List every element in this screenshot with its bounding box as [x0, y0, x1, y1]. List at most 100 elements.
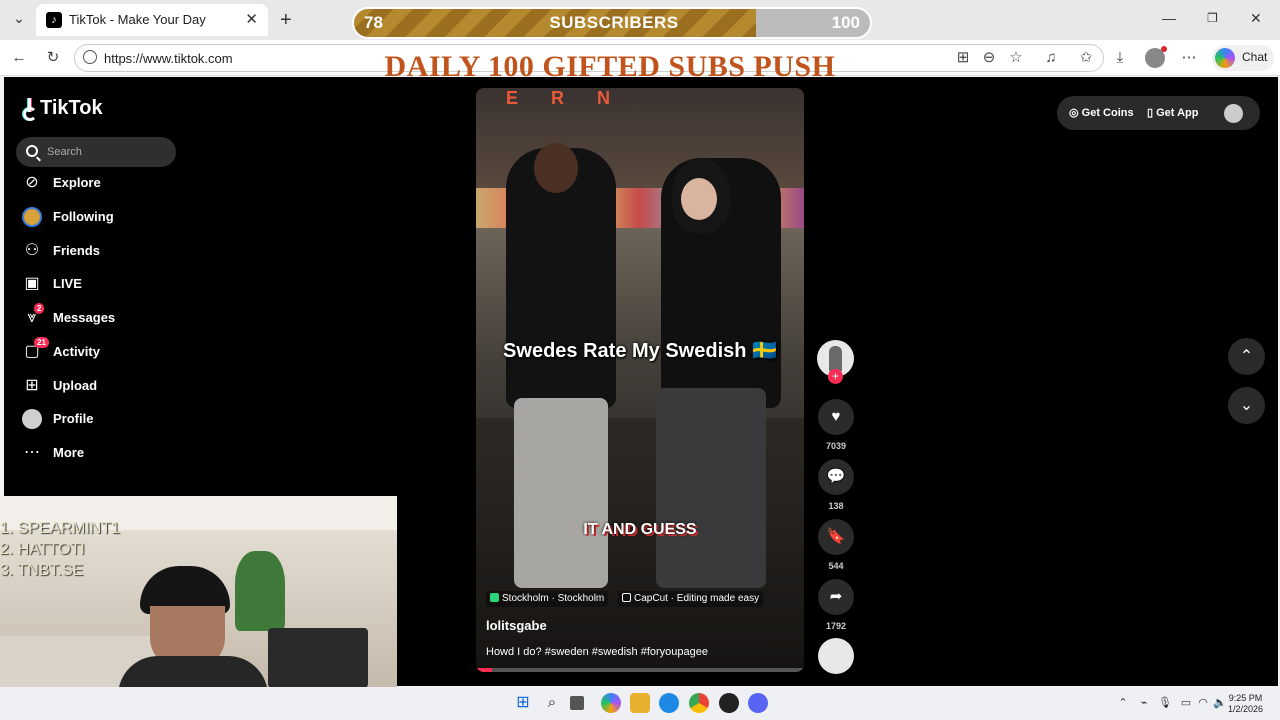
- copilot-chat-button[interactable]: Chat: [1212, 45, 1274, 71]
- zoom-icon[interactable]: ⊖: [980, 49, 998, 67]
- phone-icon: ▯: [1147, 107, 1157, 119]
- sidebar-item-messages[interactable]: ⩔ Messages 2: [20, 303, 190, 332]
- search-icon[interactable]: ⌕: [542, 693, 562, 713]
- more-menu-icon[interactable]: ⋯: [1180, 49, 1198, 67]
- sidebar-item-label: Messages: [53, 310, 116, 325]
- get-app-button[interactable]: ▯ Get App: [1147, 106, 1198, 119]
- url-text[interactable]: https://www.tiktok.com: [104, 51, 233, 66]
- sidebar-item-following[interactable]: Following: [20, 203, 190, 231]
- notification-dot: [1161, 46, 1167, 52]
- windows-taskbar: ⊞ ⌕ ⌃ ⌁ 🎙 ▭ ◠ 🔈: [0, 687, 1280, 720]
- video-description[interactable]: Howd I do? #sweden #swedish #foryoupagee: [486, 646, 708, 658]
- sidebar-item-explore[interactable]: ⊘ Explore: [20, 169, 190, 197]
- bookmark-icon: 🔖: [826, 528, 846, 545]
- subscriber-goal-current: 78: [364, 13, 383, 32]
- get-app-label: Get App: [1156, 107, 1199, 119]
- site-info-icon[interactable]: [83, 50, 97, 64]
- search-icon: [26, 145, 38, 157]
- like-button[interactable]: ♥: [818, 399, 854, 435]
- get-coins-label: Get Coins: [1081, 107, 1134, 119]
- comment-button[interactable]: 💬: [818, 459, 854, 495]
- network-icon[interactable]: ⌁: [1134, 693, 1154, 713]
- video-caption-overlay: IT AND GUESS: [583, 521, 697, 538]
- file-explorer-icon[interactable]: [630, 693, 650, 713]
- browser-tab[interactable]: ♪ TikTok - Make Your Day ✕: [36, 4, 268, 36]
- edge-icon[interactable]: [659, 693, 679, 713]
- capcut-chip[interactable]: CapCut · Editing made easy: [618, 591, 764, 607]
- sidebar-item-upload[interactable]: ⊞ Upload: [20, 372, 190, 400]
- subscriber-goal-target: 100: [831, 13, 860, 32]
- downloads-icon[interactable]: ⤓: [1111, 49, 1129, 67]
- stream-headline: DAILY 100 GIFTED SUBS PUSH: [384, 50, 836, 83]
- back-icon[interactable]: ←: [10, 49, 28, 67]
- discord-icon[interactable]: [748, 693, 768, 713]
- creator-avatar[interactable]: +: [817, 340, 854, 384]
- compass-icon: ⊘: [25, 174, 39, 191]
- favorite-star-icon[interactable]: ☆: [1007, 49, 1025, 67]
- media-icon[interactable]: ♫: [1042, 49, 1060, 67]
- sound-disc-icon[interactable]: [818, 638, 854, 674]
- volume-icon[interactable]: 🔈: [1210, 693, 1230, 713]
- friends-icon: ⚇: [24, 241, 40, 259]
- windows-start-icon[interactable]: ⊞: [513, 693, 533, 713]
- video-progress-bar[interactable]: [476, 668, 804, 672]
- chrome-icon[interactable]: [689, 693, 709, 713]
- favorites-icon[interactable]: ✩: [1077, 49, 1095, 67]
- new-tab-icon[interactable]: +: [280, 9, 292, 32]
- tiktok-logo[interactable]: TikTok: [22, 97, 103, 121]
- video-username[interactable]: lolitsgabe: [486, 618, 547, 633]
- show-hidden-icons-chevron-icon[interactable]: ⌃: [1113, 693, 1133, 713]
- logo-text: TikTok: [40, 97, 103, 119]
- follow-plus-icon[interactable]: +: [828, 369, 843, 384]
- save-count: 544: [828, 561, 844, 571]
- following-avatar-icon: [22, 206, 42, 227]
- copilot-icon[interactable]: [601, 693, 621, 713]
- video-background-sign: E R N: [506, 88, 625, 108]
- top-right-actions: ◎ Get Coins ▯ Get App: [1057, 96, 1260, 130]
- notification-badge: 21: [34, 336, 49, 348]
- system-clock[interactable]: 9:25 PM 1/2/2026: [1228, 693, 1263, 715]
- subscriber-goal-label: SUBSCRIBERS: [549, 13, 679, 32]
- tab-title: TikTok - Make Your Day: [69, 12, 206, 27]
- tiktok-icon: ♪: [46, 12, 62, 28]
- subscriber-goal-bar: SUBSCRIBERS 78 100: [352, 7, 872, 39]
- sidebar-item-live[interactable]: ▣ LIVE: [20, 270, 190, 298]
- sidebar-item-activity[interactable]: ▢ Activity 21: [20, 336, 190, 366]
- like-count: 7039: [825, 441, 847, 451]
- more-dots-icon: ⋯: [24, 444, 40, 461]
- leaderboard-entry-3: 3. TNBT.SE: [0, 562, 84, 579]
- refresh-icon[interactable]: ↻: [44, 49, 62, 67]
- close-tab-icon[interactable]: ✕: [245, 10, 258, 28]
- profile-avatar-icon: [22, 409, 42, 430]
- sidebar-item-friends[interactable]: ⚇ Friends: [20, 237, 190, 265]
- notification-badge: 2: [34, 303, 45, 314]
- live-tv-icon: ▣: [24, 275, 40, 293]
- microphone-icon[interactable]: 🎙: [1155, 693, 1175, 713]
- apps-icon[interactable]: ⊞: [954, 49, 972, 67]
- obs-icon[interactable]: [719, 693, 739, 713]
- video-title-overlay: Swedes Rate My Swedish 🇸🇪: [503, 340, 777, 362]
- heart-icon: ♥: [831, 408, 841, 425]
- person-right-face: [681, 178, 717, 220]
- get-coins-button[interactable]: ◎ Get Coins: [1069, 106, 1134, 119]
- close-window-icon[interactable]: ✕: [1250, 10, 1262, 27]
- next-video-button[interactable]: ⌄: [1228, 387, 1265, 424]
- location-text: Stockholm · Stockholm: [502, 593, 605, 604]
- video-progress-fill: [476, 668, 493, 672]
- clock-date: 1/2/2026: [1228, 704, 1264, 714]
- previous-video-button[interactable]: ⌃: [1228, 338, 1265, 375]
- video-player[interactable]: E R N Swedes Rate My Swedish 🇸🇪 IT AND G…: [476, 88, 804, 672]
- minimize-icon[interactable]: —: [1162, 10, 1176, 26]
- restore-icon[interactable]: ❐: [1207, 11, 1218, 25]
- sidebar-item-more[interactable]: ⋯ More: [20, 439, 190, 467]
- tab-list-chevron-icon[interactable]: ⌄: [10, 10, 28, 27]
- search-input[interactable]: Search: [16, 137, 176, 167]
- sidebar-item-profile[interactable]: Profile: [20, 405, 190, 433]
- task-view-icon[interactable]: [570, 696, 584, 710]
- user-avatar[interactable]: [1224, 104, 1243, 123]
- share-button[interactable]: ➦: [818, 579, 854, 615]
- sidebar-item-label: Activity: [53, 343, 100, 359]
- save-button[interactable]: 🔖: [818, 519, 854, 555]
- share-count: 1792: [825, 621, 847, 631]
- location-chip[interactable]: Stockholm · Stockholm: [486, 591, 609, 607]
